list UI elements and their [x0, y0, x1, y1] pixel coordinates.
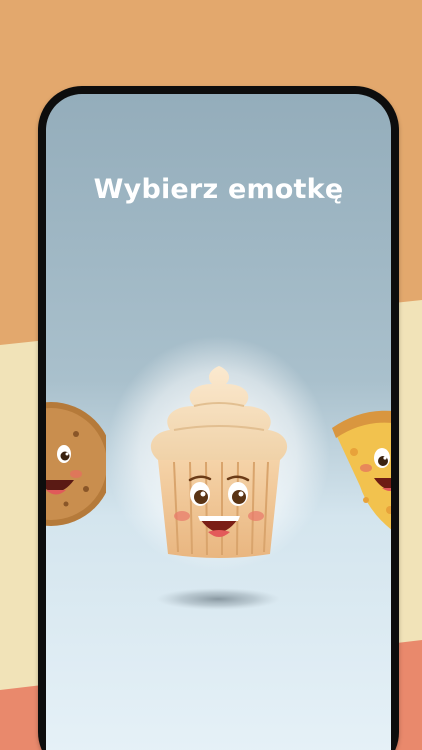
phone-frame: Wybierz emotkę — [38, 86, 399, 750]
cupcake-face-icon[interactable] — [134, 356, 304, 566]
app-store-screenshot: Wybierz emotkę — [0, 0, 422, 750]
phone-screen: Wybierz emotkę — [46, 94, 391, 750]
selection-shadow — [156, 588, 280, 610]
cookie-face-icon[interactable] — [46, 394, 106, 534]
page-title: Wybierz emotkę — [93, 174, 344, 205]
pizza-face-icon[interactable] — [330, 406, 391, 546]
